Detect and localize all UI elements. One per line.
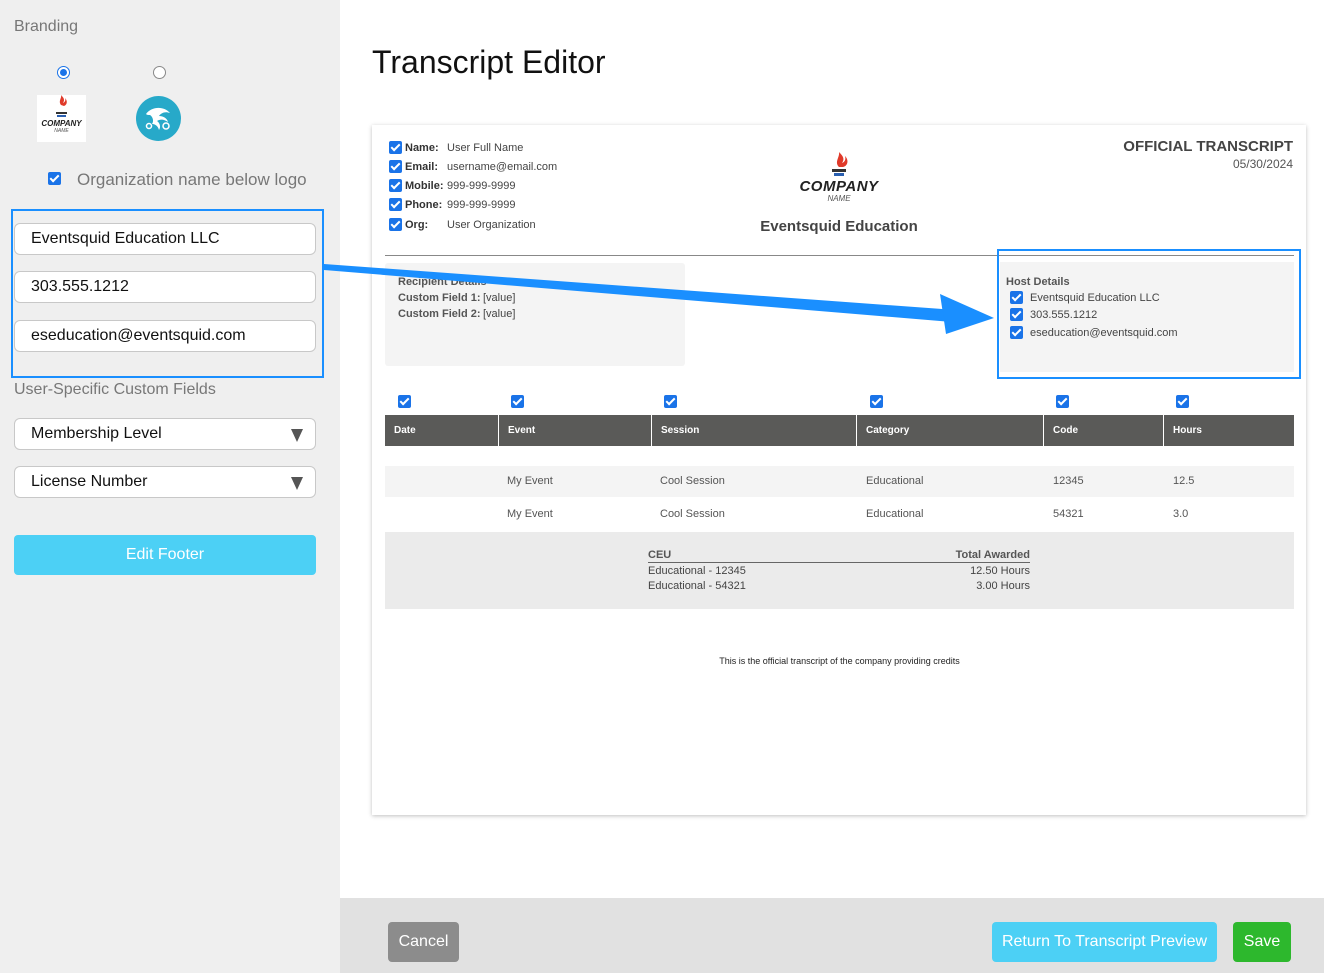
cell-session: Cool Session [660,508,725,520]
column-code-checkbox[interactable] [1056,395,1069,408]
cell-code: 12345 [1053,475,1084,487]
custom-field-select-1-value: Membership Level [31,425,162,442]
squid-logo-option[interactable] [136,96,181,141]
cell-hours: 3.0 [1173,508,1189,520]
ceu-summary: CEU Total Awarded Educational - 12345 12… [385,532,1294,609]
user-phone-value: 999-999-9999 [447,199,516,211]
mobile-checkbox[interactable] [389,179,402,192]
cell-code: 54321 [1053,508,1084,520]
doc-logo-subtext: NAME [827,194,851,203]
logo-subtext: NAME [54,128,69,134]
column-header-category: Category [856,415,1043,446]
cell-session: Cool Session [660,475,725,487]
name-checkbox[interactable] [389,141,402,154]
column-date-checkbox[interactable] [398,395,411,408]
company-logo-option[interactable]: COMPANY NAME [37,95,86,142]
page-title: Transcript Editor [372,44,606,80]
cell-event: My Event [507,475,553,487]
transcript-footer-text: This is the official transcript of the c… [719,656,960,666]
column-hours-checkbox[interactable] [1176,395,1189,408]
org-checkbox[interactable] [389,218,402,231]
email-checkbox[interactable] [389,160,402,173]
column-header-hours: Hours [1163,415,1294,446]
user-name-label: Name: [405,142,439,154]
user-mobile-label: Mobile: [405,180,444,192]
chevron-down-icon [291,477,303,490]
sidebar: Branding COMPANY NAME Organization name … [0,0,340,973]
user-email-value: username@email.com [447,161,558,173]
user-name-value: User Full Name [447,142,524,154]
cell-event: My Event [507,508,553,520]
company-logo-icon [832,152,848,176]
chevron-down-icon [291,429,303,442]
ceu-header: CEU [648,549,672,561]
annotation-arrow [324,264,994,334]
user-email-label: Email: [405,161,439,173]
ceu-divider [648,562,1030,563]
custom-field-select-2[interactable]: License Number [14,466,316,498]
branding-label: Branding [14,18,79,35]
org-below-logo-label: Organization name below logo [77,170,307,189]
sidebar-highlight-box [11,209,324,378]
ceu-row-name: Educational - 54321 [648,580,746,592]
user-org-label: Org: [405,219,429,231]
cell-category: Educational [866,508,924,520]
column-header-date: Date [394,425,416,436]
user-phone-label: Phone: [405,199,443,211]
doc-logo-text: COMPANY [799,178,879,195]
cancel-button[interactable]: Cancel [388,922,459,962]
logo-2-radio[interactable] [153,66,166,79]
user-mobile-value: 999-999-9999 [447,180,516,192]
column-event-checkbox[interactable] [511,395,524,408]
cell-hours: 12.5 [1173,475,1195,487]
logo-text: COMPANY [41,119,82,128]
squid-logo-icon [136,96,181,141]
org-below-logo-checkbox[interactable] [48,172,61,185]
column-header-session: Session [651,415,856,446]
ceu-row-total: 3.00 Hours [976,580,1030,592]
custom-field-select-1[interactable]: Membership Level [14,418,316,450]
doc-org-name: Eventsquid Education [760,218,918,235]
column-category-checkbox[interactable] [870,395,883,408]
ceu-row-total: 12.50 Hours [970,565,1030,577]
column-session-checkbox[interactable] [664,395,677,408]
total-awarded-header: Total Awarded [955,549,1030,561]
return-to-preview-button[interactable]: Return To Transcript Preview [992,922,1217,962]
table-header: Date Event Session Category Code Hours [385,415,1294,446]
cell-category: Educational [866,475,924,487]
ceu-row-name: Educational - 12345 [648,565,746,577]
host-highlight-box [997,249,1301,379]
save-button[interactable]: Save [1233,922,1291,962]
user-org-value: User Organization [447,219,536,231]
custom-fields-label: User-Specific Custom Fields [14,381,216,398]
official-transcript-title: OFFICIAL TRANSCRIPT [1123,138,1293,155]
column-header-code: Code [1043,415,1163,446]
edit-footer-button[interactable]: Edit Footer [14,535,316,575]
column-header-event: Event [498,415,651,446]
logo-1-radio[interactable] [57,66,70,79]
phone-checkbox[interactable] [389,198,402,211]
transcript-date: 05/30/2024 [1232,157,1293,171]
custom-field-select-2-value: License Number [31,473,148,490]
table-row: My Event Cool Session Educational 54321 … [385,499,1294,530]
table-row: My Event Cool Session Educational 12345 … [385,466,1294,497]
